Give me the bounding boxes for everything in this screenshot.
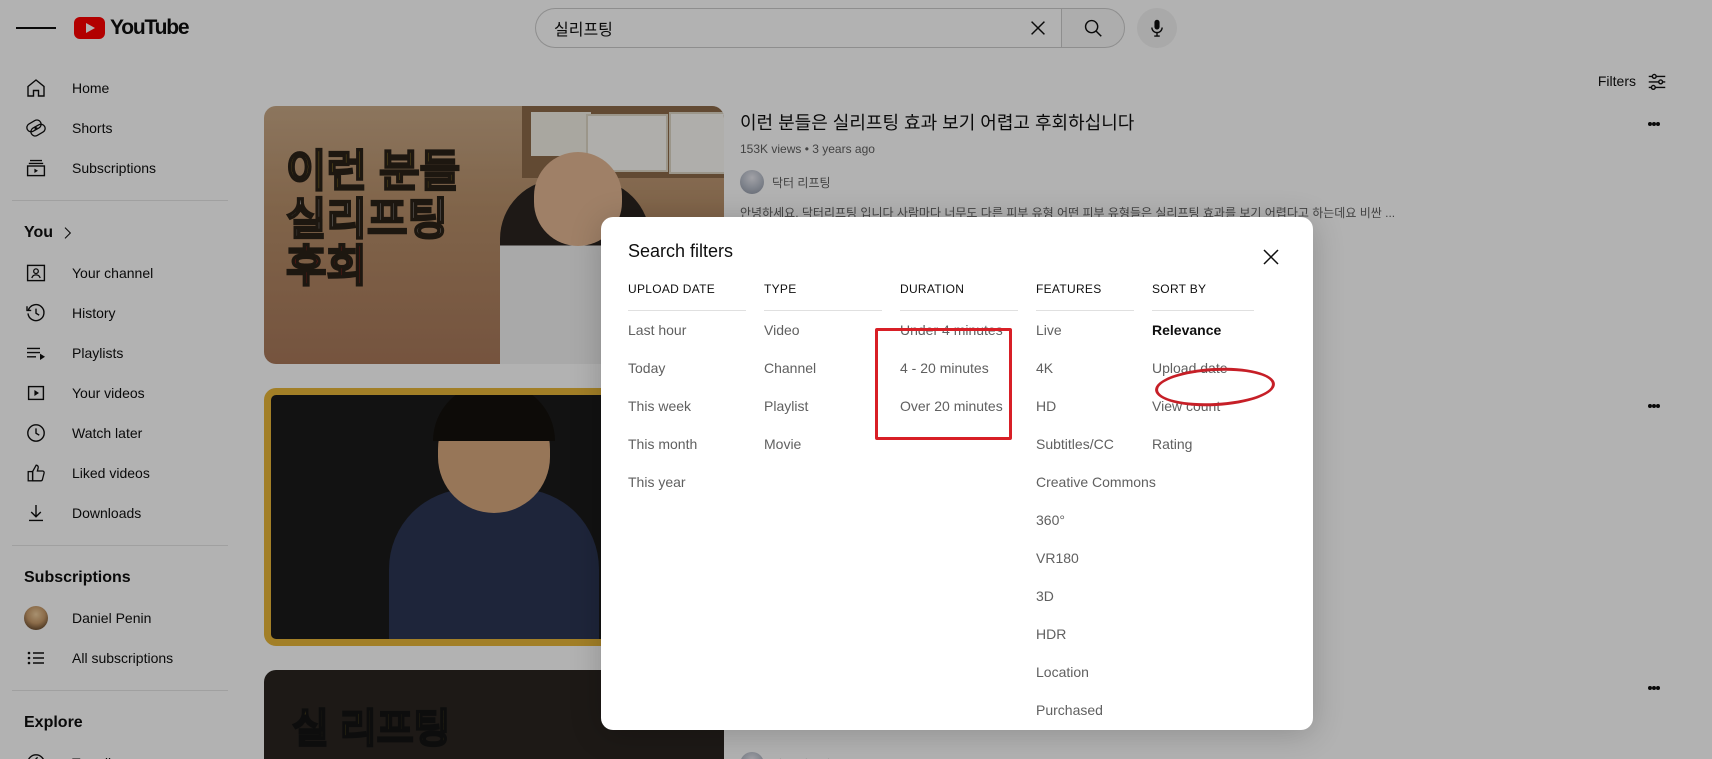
youtube-page: YouTube 실리프팅 Home Shorts Subscriptions Y… — [0, 0, 1712, 759]
filter-option-360[interactable]: 360° — [1036, 501, 1152, 539]
filter-option-3d[interactable]: 3D — [1036, 577, 1152, 615]
filter-column-upload-date: UPLOAD DATE Last hour Today This week Th… — [628, 282, 764, 729]
filter-column-features: FEATURES Live 4K HD Subtitles/CC Creativ… — [1036, 282, 1156, 729]
close-icon[interactable] — [1251, 237, 1291, 277]
filter-option-live[interactable]: Live — [1036, 311, 1152, 349]
filter-option-this-year[interactable]: This year — [628, 463, 764, 501]
filter-option-view-count[interactable]: View count — [1152, 387, 1272, 425]
filter-option-purchased[interactable]: Purchased — [1036, 691, 1152, 729]
filter-column-heading: DURATION — [900, 282, 965, 296]
filter-option-hdr[interactable]: HDR — [1036, 615, 1152, 653]
filter-option-rating[interactable]: Rating — [1152, 425, 1272, 463]
filter-option-today[interactable]: Today — [628, 349, 764, 387]
filter-option-video[interactable]: Video — [764, 311, 900, 349]
filter-option-4-20-minutes[interactable]: 4 - 20 minutes — [900, 349, 1036, 387]
filter-option-this-month[interactable]: This month — [628, 425, 764, 463]
filter-option-subtitles-cc[interactable]: Subtitles/CC — [1036, 425, 1152, 463]
filters-grid: UPLOAD DATE Last hour Today This week Th… — [625, 282, 1289, 729]
search-filters-dialog: Search filters UPLOAD DATE Last hour Tod… — [601, 217, 1313, 730]
filter-option-4k[interactable]: 4K — [1036, 349, 1152, 387]
filter-column-heading: UPLOAD DATE — [628, 282, 716, 296]
filter-option-last-hour[interactable]: Last hour — [628, 311, 764, 349]
filter-option-upload-date[interactable]: Upload date — [1152, 349, 1272, 387]
filter-option-creative-commons[interactable]: Creative Commons — [1036, 463, 1156, 501]
filter-column-type: TYPE Video Channel Playlist Movie — [764, 282, 900, 729]
filter-column-heading: SORT BY — [1152, 282, 1207, 296]
filter-option-over-20-minutes[interactable]: Over 20 minutes — [900, 387, 1036, 425]
filter-option-location[interactable]: Location — [1036, 653, 1152, 691]
filter-option-vr180[interactable]: VR180 — [1036, 539, 1152, 577]
filter-column-sort-by: SORT BY Relevance Upload date View count… — [1152, 282, 1272, 729]
filter-option-hd[interactable]: HD — [1036, 387, 1152, 425]
filter-option-relevance[interactable]: Relevance — [1152, 311, 1272, 349]
filter-column-heading: FEATURES — [1036, 282, 1102, 296]
dialog-title: Search filters — [628, 241, 734, 261]
filter-option-under-4-minutes[interactable]: Under 4 minutes — [900, 311, 1036, 349]
filter-option-channel[interactable]: Channel — [764, 349, 900, 387]
filter-option-movie[interactable]: Movie — [764, 425, 900, 463]
filter-column-heading: TYPE — [764, 282, 797, 296]
filter-option-playlist[interactable]: Playlist — [764, 387, 900, 425]
filter-column-duration: DURATION Under 4 minutes 4 - 20 minutes … — [900, 282, 1036, 729]
filter-option-this-week[interactable]: This week — [628, 387, 764, 425]
